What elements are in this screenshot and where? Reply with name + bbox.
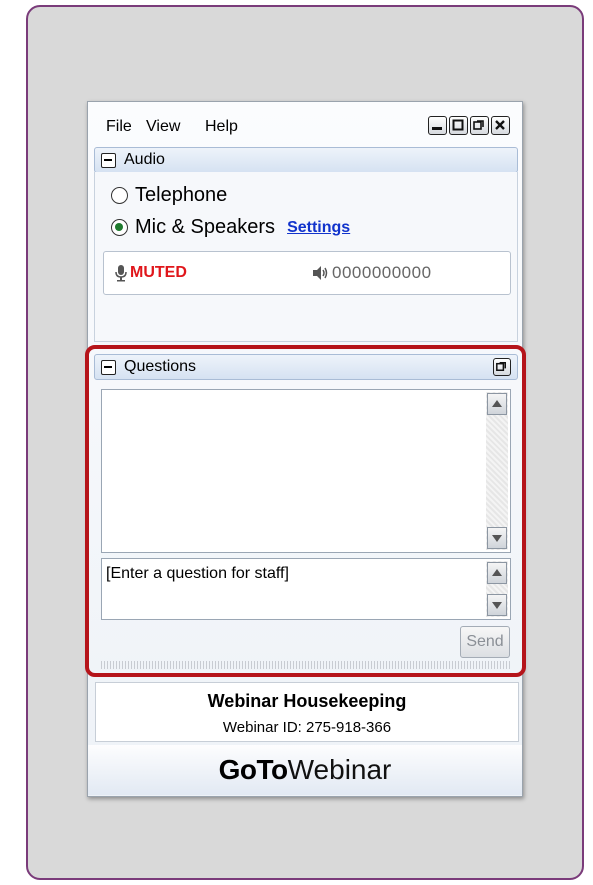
close-icon[interactable] (491, 116, 510, 135)
audio-title: Audio (124, 151, 165, 168)
logo-webinar: Webinar (287, 754, 392, 785)
option-telephone[interactable]: Telephone (111, 184, 227, 207)
window-controls (428, 116, 510, 135)
gotowebinar-logo: GoToWebinar (88, 745, 522, 795)
menu-view[interactable]: View (146, 118, 180, 136)
menu-bar: File View Help (88, 102, 522, 146)
questions-highlight-box (85, 345, 526, 677)
mic-speakers-label: Mic & Speakers (135, 216, 276, 238)
mic-status[interactable]: MUTED (114, 264, 187, 282)
collapse-audio-icon[interactable] (101, 153, 116, 168)
mic-muted-label: MUTED (130, 264, 187, 281)
webinar-id: Webinar ID: 275-918-366 (222, 719, 392, 736)
menu-help[interactable]: Help (205, 118, 238, 136)
telephone-label: Telephone (135, 184, 228, 206)
mic-speakers-radio[interactable] (111, 219, 128, 236)
option-mic-speakers[interactable]: Mic & Speakers Settings (111, 216, 350, 239)
speaker-level: 0000000000 (312, 263, 432, 283)
audio-status-box: MUTED 0000000000 (103, 251, 511, 295)
settings-link[interactable]: Settings (287, 219, 350, 237)
webinar-info: Webinar Housekeeping Webinar ID: 275-918… (95, 682, 519, 742)
maximize-icon[interactable] (449, 116, 468, 135)
logo-goto: GoTo (218, 754, 289, 785)
speaker-level-meter: 0000000000 (332, 263, 432, 282)
webinar-title: Webinar Housekeeping (207, 691, 407, 711)
minimize-icon[interactable] (428, 116, 447, 135)
audio-header: Audio (94, 147, 518, 173)
microphone-icon (115, 265, 127, 282)
speaker-icon (313, 266, 328, 280)
telephone-radio[interactable] (111, 187, 128, 204)
menu-file[interactable]: File (106, 118, 132, 136)
restore-icon[interactable] (470, 116, 489, 135)
